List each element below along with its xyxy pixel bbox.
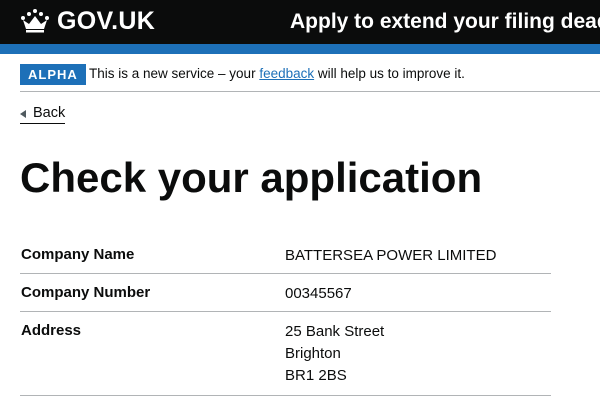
back-link-label: Back [33, 105, 66, 121]
phase-tag: ALPHA [20, 64, 86, 85]
header-accent-bar [0, 44, 600, 54]
summary-value: BATTERSEA POWER LIMITED [285, 245, 496, 267]
govuk-logo-text[interactable]: GOV.UK [57, 6, 155, 36]
summary-key: Address [21, 322, 82, 339]
value-line: BATTERSEA POWER LIMITED [285, 247, 497, 264]
phase-banner: ALPHA This is a new service – your feedb… [20, 54, 600, 92]
summary-list: Company Name BATTERSEA POWER LIMITED Com… [20, 236, 551, 396]
page-title: Check your application [20, 154, 483, 201]
site-header: GOV.UK Apply to extend your filing deadl… [0, 0, 600, 44]
back-arrow-icon [20, 110, 26, 118]
back-link[interactable]: Back [20, 104, 66, 124]
value-line: 00345567 [285, 285, 352, 302]
value-line: Brighton [285, 345, 341, 362]
feedback-link[interactable]: feedback [259, 66, 314, 81]
summary-value: 00345567 [285, 283, 352, 305]
service-name[interactable]: Apply to extend your filing deadline [290, 9, 600, 35]
summary-row-company-name: Company Name BATTERSEA POWER LIMITED [20, 236, 551, 274]
value-line: 25 Bank Street [285, 323, 385, 340]
phase-text-after: will help us to improve it. [314, 66, 465, 81]
summary-row-company-number: Company Number 00345567 [20, 274, 551, 312]
summary-value: 25 Bank Street Brighton BR1 2BS [285, 321, 384, 387]
crown-icon [21, 9, 49, 33]
value-line: BR1 2BS [285, 367, 347, 384]
phase-text-before: This is a new service – your [89, 66, 260, 81]
phase-banner-text: This is a new service – your feedback wi… [89, 65, 465, 83]
summary-key: Company Number [21, 284, 151, 301]
summary-row-address: Address 25 Bank Street Brighton BR1 2BS [20, 312, 551, 396]
summary-key: Company Name [21, 246, 135, 263]
